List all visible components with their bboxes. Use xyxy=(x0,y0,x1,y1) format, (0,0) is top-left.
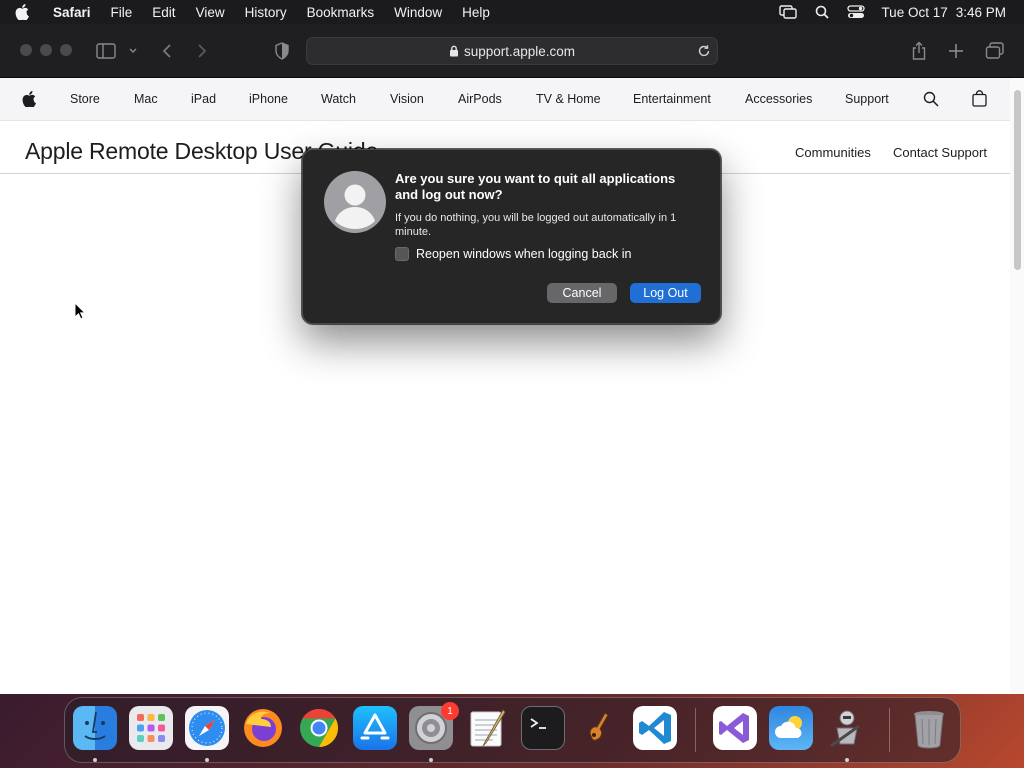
new-tab-icon[interactable] xyxy=(948,39,964,63)
firefox-icon[interactable] xyxy=(241,706,285,750)
menu-edit[interactable]: Edit xyxy=(142,5,185,20)
nav-watch[interactable]: Watch xyxy=(321,92,356,106)
nav-ipad[interactable]: iPad xyxy=(191,92,216,106)
terminal-icon[interactable] xyxy=(521,706,565,750)
trash-icon[interactable] xyxy=(907,706,951,750)
weather-icon[interactable] xyxy=(769,706,813,750)
reload-icon[interactable] xyxy=(697,44,711,61)
safari-icon[interactable] xyxy=(185,706,229,750)
menu-date: Tue Oct 17 xyxy=(881,4,948,20)
share-icon[interactable] xyxy=(911,39,927,63)
menu-app-name[interactable]: Safari xyxy=(44,5,101,20)
shopping-bag-icon[interactable] xyxy=(972,90,987,110)
dock-separator xyxy=(695,708,696,752)
mouse-cursor-icon xyxy=(74,301,87,325)
dialog-heading: Are you sure you want to quit all applic… xyxy=(395,171,676,202)
spotlight-search-icon[interactable] xyxy=(805,5,839,19)
privacy-shield-icon[interactable] xyxy=(274,39,290,63)
control-center-icon[interactable] xyxy=(839,5,873,19)
menu-file[interactable]: File xyxy=(101,5,143,20)
contact-support-link[interactable]: Contact Support xyxy=(893,145,987,160)
automator-running-indicator xyxy=(845,758,849,762)
menu-help[interactable]: Help xyxy=(452,5,500,20)
chevron-down-icon[interactable] xyxy=(128,39,138,63)
nav-store[interactable]: Store xyxy=(70,92,100,106)
launchpad-icon[interactable] xyxy=(129,706,173,750)
dialog-message: If you do nothing, you will be logged ou… xyxy=(395,212,677,238)
close-window-button[interactable] xyxy=(20,44,32,56)
finder-running-indicator xyxy=(93,758,97,762)
settings-notification-badge: 1 xyxy=(441,702,459,720)
settings-running-indicator xyxy=(429,758,433,762)
menu-bookmarks[interactable]: Bookmarks xyxy=(297,5,385,20)
url-text: support.apple.com xyxy=(463,43,576,59)
vscode-icon[interactable] xyxy=(633,706,677,750)
nav-accessories[interactable]: Accessories xyxy=(745,92,812,106)
zoom-window-button[interactable] xyxy=(60,44,72,56)
system-settings-icon[interactable]: 1 xyxy=(409,702,459,750)
address-bar[interactable]: support.apple.com xyxy=(306,37,718,65)
sidebar-toggle-icon[interactable] xyxy=(96,39,118,63)
textedit-icon[interactable] xyxy=(465,706,509,750)
menu-time: 3:46 PM xyxy=(955,4,1006,20)
garageband-icon[interactable] xyxy=(577,706,621,750)
nav-iphone[interactable]: iPhone xyxy=(249,92,288,106)
forward-icon[interactable] xyxy=(196,39,208,63)
reopen-windows-label: Reopen windows when logging back in xyxy=(416,247,632,261)
log-out-button[interactable]: Log Out xyxy=(630,283,701,303)
menu-window[interactable]: Window xyxy=(384,5,452,20)
apple-global-nav: Store Mac iPad iPhone Watch Vision AirPo… xyxy=(0,78,1024,121)
communities-link[interactable]: Communities xyxy=(795,145,871,160)
user-avatar-icon xyxy=(324,171,386,233)
menu-view[interactable]: View xyxy=(186,5,235,20)
menu-history[interactable]: History xyxy=(235,5,297,20)
nav-support[interactable]: Support xyxy=(845,92,889,106)
nav-airpods[interactable]: AirPods xyxy=(458,92,502,106)
minimize-window-button[interactable] xyxy=(40,44,52,56)
nav-tv-home[interactable]: TV & Home xyxy=(536,92,601,106)
screen-mirroring-icon[interactable] xyxy=(771,5,805,19)
app-store-icon[interactable] xyxy=(353,706,397,750)
chrome-icon[interactable] xyxy=(297,706,341,750)
safari-running-indicator xyxy=(205,758,209,762)
apple-menu-icon[interactable] xyxy=(0,4,44,20)
dock-separator-trash xyxy=(889,708,890,752)
browser-toolbar: support.apple.com xyxy=(0,24,1024,78)
menu-clock[interactable]: Tue Oct 17 3:46 PM xyxy=(881,5,1006,20)
page-scrollbar[interactable] xyxy=(1010,78,1024,694)
dock: 1 xyxy=(64,697,961,763)
search-icon[interactable] xyxy=(923,91,939,110)
window-controls xyxy=(20,44,72,56)
apple-logo-icon[interactable] xyxy=(22,91,36,110)
reopen-windows-option[interactable]: Reopen windows when logging back in xyxy=(395,247,631,261)
automator-icon[interactable] xyxy=(825,706,869,750)
back-icon[interactable] xyxy=(161,39,173,63)
nav-mac[interactable]: Mac xyxy=(134,92,158,106)
reopen-windows-checkbox[interactable] xyxy=(395,247,409,261)
lock-icon xyxy=(449,45,459,57)
menu-bar: Safari File Edit View History Bookmarks … xyxy=(0,0,1024,24)
nav-entertainment[interactable]: Entertainment xyxy=(633,92,711,106)
visual-studio-icon[interactable] xyxy=(713,706,757,750)
scrollbar-thumb[interactable] xyxy=(1014,90,1021,270)
nav-vision[interactable]: Vision xyxy=(390,92,424,106)
tab-overview-icon[interactable] xyxy=(985,39,1005,63)
logout-confirmation-dialog: Are you sure you want to quit all applic… xyxy=(302,149,721,324)
cancel-button[interactable]: Cancel xyxy=(547,283,617,303)
finder-icon[interactable] xyxy=(73,706,117,750)
